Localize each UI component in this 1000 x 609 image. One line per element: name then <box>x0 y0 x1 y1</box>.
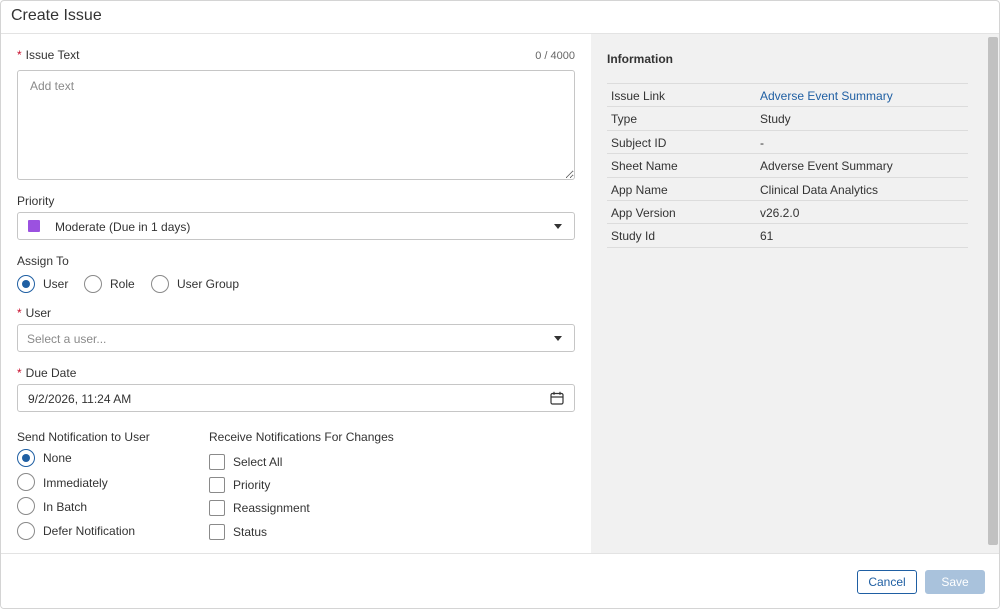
user-select[interactable]: Select a user... <box>17 324 575 352</box>
issue-text-label: * Issue Text <box>17 48 79 62</box>
notify-none-label: None <box>43 451 72 465</box>
scrollbar[interactable] <box>986 34 999 553</box>
user-select-placeholder: Select a user... <box>27 332 107 346</box>
priority-select[interactable]: Moderate (Due in 1 days) <box>17 212 575 240</box>
info-row-sheet-name: Sheet Name Adverse Event Summary <box>607 154 968 178</box>
due-date-label: * Due Date <box>17 366 76 380</box>
info-row-issue-link: Issue Link Adverse Event Summary <box>607 84 968 108</box>
info-key: App Version <box>611 205 676 220</box>
select-all-label: Select All <box>233 455 283 469</box>
notify-immediately-radio[interactable] <box>17 473 35 491</box>
create-issue-dialog: Create Issue *Issue Text 0 / 4000 Priori… <box>0 0 1000 609</box>
info-row-subject-id: Subject ID - <box>607 131 968 155</box>
assign-user-label: User <box>43 277 69 291</box>
assign-user-group-label: User Group <box>177 277 240 291</box>
notify-defer-label: Defer Notification <box>43 524 136 538</box>
character-counter: 0 / 4000 <box>535 50 575 62</box>
assign-user-radio[interactable] <box>17 275 35 293</box>
issue-text-input[interactable] <box>17 70 575 180</box>
priority-checkbox-label: Priority <box>233 478 271 492</box>
due-date-value: 9/2/2026, 11:24 AM <box>28 392 132 406</box>
notify-defer-radio[interactable] <box>17 522 35 540</box>
dialog-footer: Cancel Save <box>1 553 999 608</box>
required-marker: * <box>17 48 22 62</box>
calendar-icon[interactable] <box>550 391 564 405</box>
receive-notifications-label: Receive Notifications For Changes <box>209 430 394 444</box>
select-all-checkbox[interactable] <box>209 454 225 470</box>
required-marker: * <box>17 366 22 380</box>
info-value: - <box>760 135 764 150</box>
reassignment-checkbox[interactable] <box>209 500 225 516</box>
info-row-app-name: App Name Clinical Data Analytics <box>607 178 968 201</box>
info-value: Clinical Data Analytics <box>760 182 879 197</box>
assign-role-label: Role <box>110 277 135 291</box>
info-key: App Name <box>611 182 668 197</box>
send-notification-label: Send Notification to User <box>17 430 150 444</box>
info-key: Subject ID <box>611 135 667 150</box>
assign-role-radio[interactable] <box>84 275 102 293</box>
notify-none-radio[interactable] <box>17 449 35 467</box>
priority-checkbox[interactable] <box>209 477 225 493</box>
due-date-input[interactable]: 9/2/2026, 11:24 AM <box>17 384 575 412</box>
info-value: Adverse Event Summary <box>760 159 893 174</box>
priority-color-swatch <box>28 220 40 232</box>
issue-form: *Issue Text 0 / 4000 Priority Moderate (… <box>1 34 591 553</box>
info-key: Sheet Name <box>611 159 678 174</box>
info-row-app-version: App Version v26.2.0 <box>607 201 968 225</box>
user-label-text: User <box>25 306 52 320</box>
required-marker: * <box>17 306 22 320</box>
info-key: Type <box>611 112 638 127</box>
info-key: Issue Link <box>611 89 666 103</box>
due-date-label-text: Due Date <box>25 366 77 380</box>
notify-immediately-label: Immediately <box>43 476 108 490</box>
dialog-title: Create Issue <box>11 7 102 24</box>
info-key: Study Id <box>611 229 656 244</box>
chevron-down-icon <box>554 336 562 341</box>
cancel-button[interactable]: Cancel <box>857 570 917 594</box>
information-title: Information <box>607 52 673 66</box>
info-row-type: Type Study <box>607 107 968 131</box>
reassignment-checkbox-label: Reassignment <box>233 501 310 515</box>
chevron-down-icon <box>554 224 562 229</box>
information-panel: Information Issue Link Adverse Event Sum… <box>591 34 986 553</box>
dialog-header: Create Issue <box>1 1 999 34</box>
assign-user-group-radio[interactable] <box>151 275 169 293</box>
notify-in-batch-radio[interactable] <box>17 497 35 515</box>
scrollbar-thumb[interactable] <box>988 37 998 545</box>
info-value: Study <box>760 112 791 127</box>
notify-in-batch-label: In Batch <box>43 500 88 514</box>
priority-selected-value: Moderate (Due in 1 days) <box>55 220 191 234</box>
issue-text-label-text: Issue Text <box>25 48 80 62</box>
status-checkbox[interactable] <box>209 524 225 540</box>
info-row-study-id: Study Id 61 <box>607 224 968 248</box>
priority-label: Priority <box>17 194 55 208</box>
issue-link[interactable]: Adverse Event Summary <box>760 89 893 103</box>
info-value: v26.2.0 <box>760 205 800 220</box>
status-checkbox-label: Status <box>233 525 268 539</box>
user-label: * User <box>17 306 51 320</box>
info-value: 61 <box>760 229 774 244</box>
information-table: Issue Link Adverse Event Summary Type St… <box>607 83 968 248</box>
save-button[interactable]: Save <box>925 570 985 594</box>
assign-to-label: Assign To <box>17 254 69 268</box>
